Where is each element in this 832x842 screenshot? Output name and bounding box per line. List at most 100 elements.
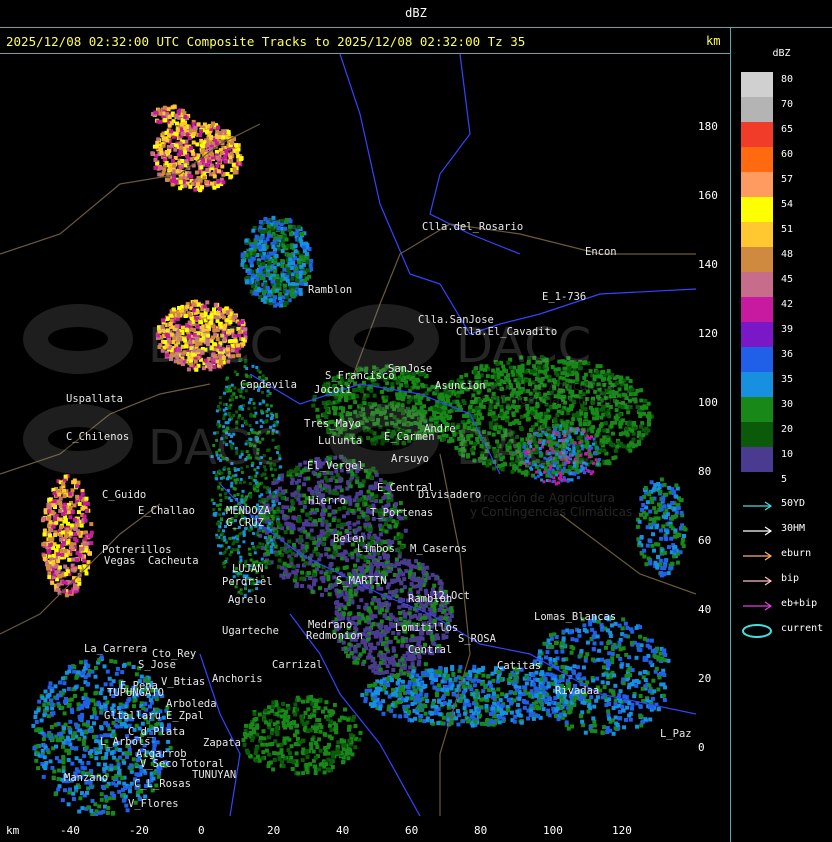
place-label: Ramblon (308, 284, 352, 296)
place-label: El_Vergel (307, 460, 364, 472)
watermark-subtitle-2: y Contingencias Climáticas (470, 393, 632, 407)
header-bar: dBZ (0, 0, 832, 28)
place-label: Lulunta (318, 435, 362, 447)
watermark-text-3: DACC (148, 420, 283, 476)
place-label: M_Caseros (410, 543, 467, 555)
place-label: L_Arbols (100, 736, 151, 748)
place-label: Cacheuta (148, 555, 199, 567)
place-label: Limbos (357, 543, 395, 555)
legend-level-label: 20 (781, 424, 794, 435)
place-label: C_L_Rosas (134, 778, 191, 790)
y-tick-label: 60 (698, 534, 712, 547)
place-label: Clla.SanJose (418, 314, 494, 326)
place-label: L_Paz (660, 728, 692, 740)
place-label: Manzano (64, 772, 108, 784)
x-tick-label: 20 (267, 824, 281, 837)
x-tick-label: 120 (612, 824, 632, 837)
track-arrow-icon (743, 576, 773, 586)
place-label: Clla.El_Cavadito (456, 326, 557, 338)
place-label: SanJose (388, 363, 432, 375)
y-tick-label: 180 (698, 120, 718, 133)
place-label: E_Challao (138, 505, 195, 517)
place-label: Catitas (497, 660, 541, 672)
legend-level-label: 80 (781, 74, 794, 85)
place-label: V_Seco (140, 758, 178, 770)
place-label: Lomas_Blancas (534, 611, 616, 623)
current-ellipse-icon (742, 624, 772, 638)
legend-swatch (741, 72, 773, 97)
place-label: Divisadero (418, 489, 481, 501)
place-label: G_CRUZ (226, 517, 264, 529)
place-label: E_Zpal (166, 710, 204, 722)
legend-level-label: 70 (781, 99, 794, 110)
place-label: Clla.del_Rosario (422, 221, 523, 233)
legend-level-label: 30 (781, 399, 794, 410)
place-label: Zapata (203, 737, 241, 749)
place-label: 12_Oct (432, 590, 470, 602)
legend-swatch (741, 422, 773, 447)
legend-swatch (741, 297, 773, 322)
place-label: La_Carrera (84, 643, 147, 655)
radar-frame: dBZ 2025/12/08 02:32:00 UTC Composite Tr… (0, 0, 832, 842)
legend-swatch (741, 97, 773, 122)
y-tick-label: 80 (698, 465, 712, 478)
legend-level-label: 48 (781, 249, 794, 260)
place-label: Carrizal (272, 659, 323, 671)
place-label: Rivadaa (555, 685, 599, 697)
legend-track-item: bip (741, 573, 831, 586)
km-unit-bottom: km (6, 824, 20, 837)
legend-level-label: 10 (781, 449, 794, 460)
place-label: Central (408, 644, 452, 656)
legend-swatch (741, 172, 773, 197)
place-label: Medrano (308, 619, 352, 631)
legend-level-label: 39 (781, 324, 794, 335)
legend-track-item: 30HM (741, 523, 831, 536)
y-tick-label: 160 (698, 189, 718, 202)
legend-swatch (741, 322, 773, 347)
legend-track-label: bip (781, 573, 800, 584)
y-tick-label: 100 (698, 396, 718, 409)
legend-swatch (741, 372, 773, 397)
place-label: Agrelo (228, 594, 266, 606)
track-arrow-icon (743, 551, 773, 561)
legend-level-label: 35 (781, 374, 794, 385)
place-label: LUJAN (232, 563, 264, 575)
place-label: TUPUNGATO (107, 687, 164, 699)
header-title: dBZ (405, 6, 427, 20)
x-tick-label: -20 (129, 824, 149, 837)
legend-track-label: eburn (781, 548, 812, 559)
watermark-text-1: DACC (148, 318, 283, 374)
legend-swatch (741, 197, 773, 222)
legend-level-label: 60 (781, 149, 794, 160)
radar-map[interactable]: DACC DACC Dirección de Agricultura y Con… (0, 54, 696, 816)
track-arrow-icon (743, 501, 773, 511)
legend-level-label: 51 (781, 224, 794, 235)
legend-track-item: eburn (741, 548, 831, 561)
legend-track-item: current (741, 623, 831, 638)
x-tick-label: 0 (198, 824, 205, 837)
place-label: Asuncion (435, 380, 486, 392)
legend-swatch (741, 347, 773, 372)
legend-level-label: 5 (781, 474, 788, 485)
legend-level-label: 36 (781, 349, 794, 360)
y-tick-label: 20 (698, 672, 712, 685)
place-label: Gltallaru (104, 710, 161, 722)
y-tick-label: 0 (698, 741, 705, 754)
x-tick-label: 60 (405, 824, 419, 837)
legend-swatch (741, 272, 773, 297)
x-tick-label: 100 (543, 824, 563, 837)
place-label: Vegas (104, 555, 136, 567)
place-label: C_Chilenos (66, 431, 129, 443)
place-label: MENDOZA (226, 505, 271, 517)
place-label: Uspallata (66, 393, 123, 405)
legend-swatch (741, 447, 773, 472)
legend-track-label: current (781, 623, 824, 634)
legend-swatch (741, 122, 773, 147)
x-tick-label: -40 (60, 824, 80, 837)
legend-swatch (741, 222, 773, 247)
legend-track-item: 50YD (741, 498, 831, 511)
place-label: TUNUYAN (192, 769, 236, 781)
place-label: Arsuyo (391, 453, 429, 465)
watermark-subtitle-3: Dirección de Agricultura (470, 491, 615, 505)
legend-track-label: 50YD (781, 498, 806, 509)
